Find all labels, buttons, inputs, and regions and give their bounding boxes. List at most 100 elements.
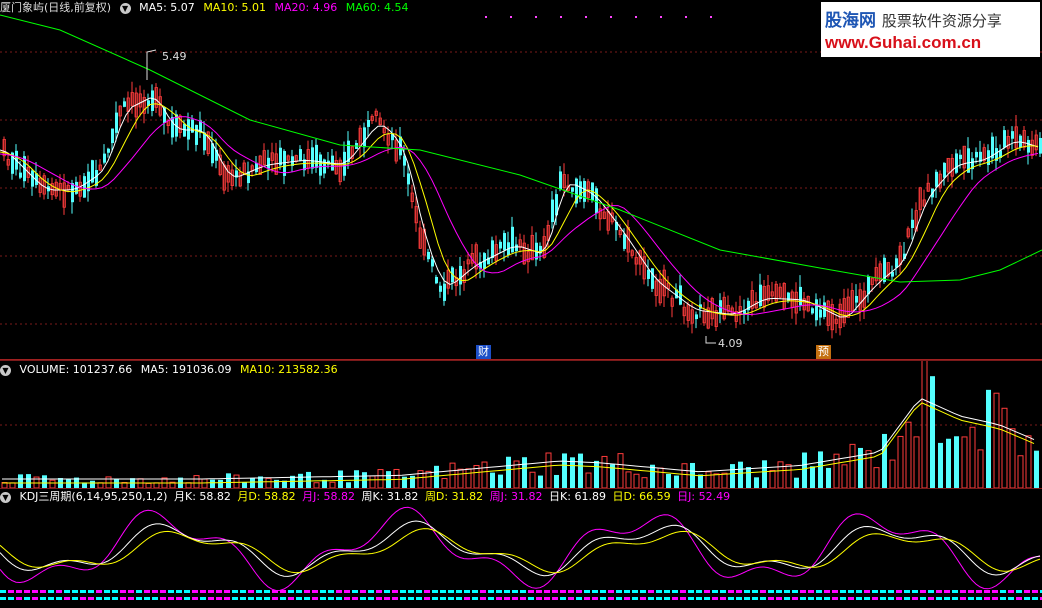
signal-bar xyxy=(664,597,670,600)
signal-bar xyxy=(600,597,606,600)
volume-bar xyxy=(369,475,376,489)
candle-body xyxy=(935,171,938,187)
signal-dot xyxy=(485,16,487,18)
kdj-k-line xyxy=(0,520,1041,577)
volume-bar xyxy=(49,479,56,489)
volume-bar xyxy=(490,472,495,488)
volume-legend: ▼ VOLUME: 101237.66 MA5: 191036.09 MA10:… xyxy=(0,362,343,377)
signal-bar xyxy=(488,590,494,593)
chevron-down-icon[interactable]: ▼ xyxy=(119,2,131,14)
volume-bar xyxy=(1009,428,1016,489)
signal-bar xyxy=(312,590,318,593)
signal-bar xyxy=(648,590,654,593)
volume-bar xyxy=(666,473,671,488)
signal-bar xyxy=(736,590,742,593)
signal-bar xyxy=(64,597,70,600)
signal-bar xyxy=(88,597,94,600)
volume-bar xyxy=(969,426,976,489)
candle-body xyxy=(435,276,438,284)
volume-chart[interactable] xyxy=(0,361,1042,489)
volume-bar xyxy=(218,479,223,488)
volume-chart-pane[interactable]: ▼ VOLUME: 101237.66 MA5: 191036.09 MA10:… xyxy=(0,360,1042,489)
candle-body xyxy=(759,284,762,307)
signal-bar xyxy=(40,597,46,600)
signal-bar xyxy=(408,590,414,593)
day-k: 日K: 61.89 xyxy=(549,490,606,503)
signal-bar xyxy=(792,597,798,600)
signal-bar xyxy=(912,590,918,593)
volume-bar xyxy=(818,451,823,488)
candle-body xyxy=(203,132,206,151)
chevron-down-icon[interactable]: ▼ xyxy=(0,364,11,376)
volume-ma5: MA5: 191036.09 xyxy=(140,363,232,376)
signal-bar xyxy=(248,590,254,593)
signal-bar xyxy=(8,590,14,593)
signal-bar xyxy=(544,597,550,600)
signal-bar xyxy=(272,597,278,600)
signal-bar xyxy=(552,590,558,593)
signal-bar xyxy=(168,597,174,600)
signal-bar xyxy=(768,597,774,600)
volume-bar xyxy=(650,464,655,488)
kdj-chart-pane[interactable]: ▼ KDJ三周期(6,14,95,250,1,2) 月K: 58.82 月D: … xyxy=(0,488,1042,608)
candle-body xyxy=(867,275,870,295)
signal-bar xyxy=(32,597,38,600)
signal-bar xyxy=(152,597,158,600)
volume-bar xyxy=(657,467,664,489)
signal-bar xyxy=(472,597,478,600)
signal-bar xyxy=(896,597,902,600)
signal-bar xyxy=(160,590,166,593)
candle-body xyxy=(255,162,258,173)
candle-body xyxy=(407,173,410,185)
signal-bar xyxy=(888,597,894,600)
signal-bar xyxy=(424,590,430,593)
forecast-marker[interactable]: 预 xyxy=(816,345,831,359)
signal-bar xyxy=(656,590,662,593)
signal-bar xyxy=(840,597,846,600)
volume-bar xyxy=(698,474,703,488)
signal-dot xyxy=(610,16,612,18)
signal-bar xyxy=(872,590,878,593)
signal-bar xyxy=(328,590,334,593)
volume-bar xyxy=(457,468,464,489)
signal-bar xyxy=(72,590,78,593)
signal-bar xyxy=(584,597,590,600)
low-price-pointer xyxy=(705,336,716,344)
volume-bar xyxy=(545,452,552,489)
signal-bar xyxy=(768,590,774,593)
signal-bar xyxy=(344,597,350,600)
signal-bar xyxy=(1000,597,1006,600)
volume-bar xyxy=(785,464,792,489)
signal-bar xyxy=(936,597,942,600)
signal-bar xyxy=(688,597,694,600)
signal-bar xyxy=(744,590,750,593)
volume-bar xyxy=(201,478,208,489)
price-chart-pane[interactable]: 厦门象屿(日线,前复权) ▼ MA5: 5.07 MA10: 5.01 MA20… xyxy=(0,0,1042,360)
candle-body xyxy=(895,258,898,268)
signal-bar xyxy=(688,590,694,593)
chevron-down-icon[interactable]: ▼ xyxy=(0,491,11,503)
signal-bar xyxy=(576,590,582,593)
signal-bar xyxy=(728,597,734,600)
volume-value: VOLUME: 101237.66 xyxy=(19,363,133,376)
kdj-chart[interactable] xyxy=(0,489,1042,608)
signal-bar xyxy=(416,597,422,600)
volume-bar xyxy=(946,438,951,488)
signal-bar xyxy=(992,597,998,600)
signal-bar xyxy=(736,597,742,600)
signal-bar xyxy=(544,590,550,593)
signal-bar xyxy=(696,597,702,600)
signal-bar xyxy=(392,590,398,593)
signal-bar xyxy=(128,597,134,600)
volume-bar xyxy=(769,469,776,489)
signal-bar xyxy=(288,590,294,593)
financial-report-marker[interactable]: 财 xyxy=(476,345,491,359)
volume-bar xyxy=(498,474,503,488)
signal-bar xyxy=(440,590,446,593)
signal-bar xyxy=(680,590,686,593)
signal-bar xyxy=(64,590,70,593)
ma5-value: MA5: 5.07 xyxy=(139,1,195,14)
signal-bar xyxy=(840,590,846,593)
signal-bar xyxy=(568,597,574,600)
week-j: 周J: 31.82 xyxy=(489,490,543,503)
